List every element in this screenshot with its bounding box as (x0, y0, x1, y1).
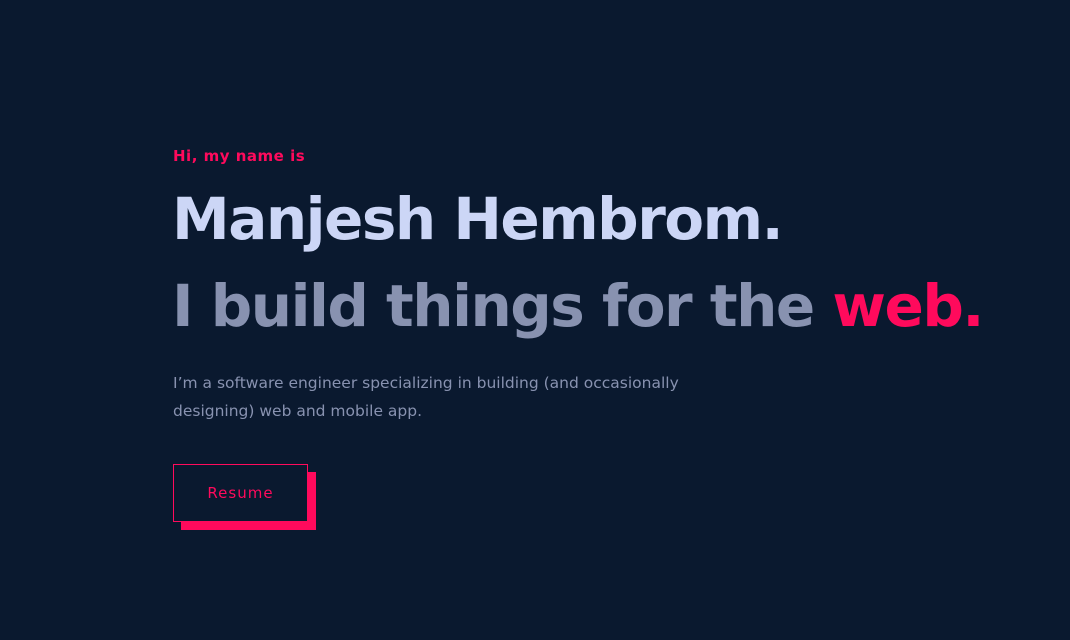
greeting-text: Hi, my name is (173, 147, 306, 165)
hero-section: Hi, my name is Manjesh Hembrom. I build … (0, 0, 1070, 640)
hero-name: Manjesh Hembrom. (172, 185, 784, 253)
tagline-accent-text: web. (832, 272, 984, 340)
resume-button[interactable]: Resume (173, 464, 308, 522)
resume-button-container: Resume (173, 464, 316, 530)
hero-tagline: I build things for the web. (172, 272, 984, 340)
hero-description: I’m a software engineer specializing in … (173, 374, 679, 420)
tagline-main-text: I build things for the (172, 272, 833, 340)
